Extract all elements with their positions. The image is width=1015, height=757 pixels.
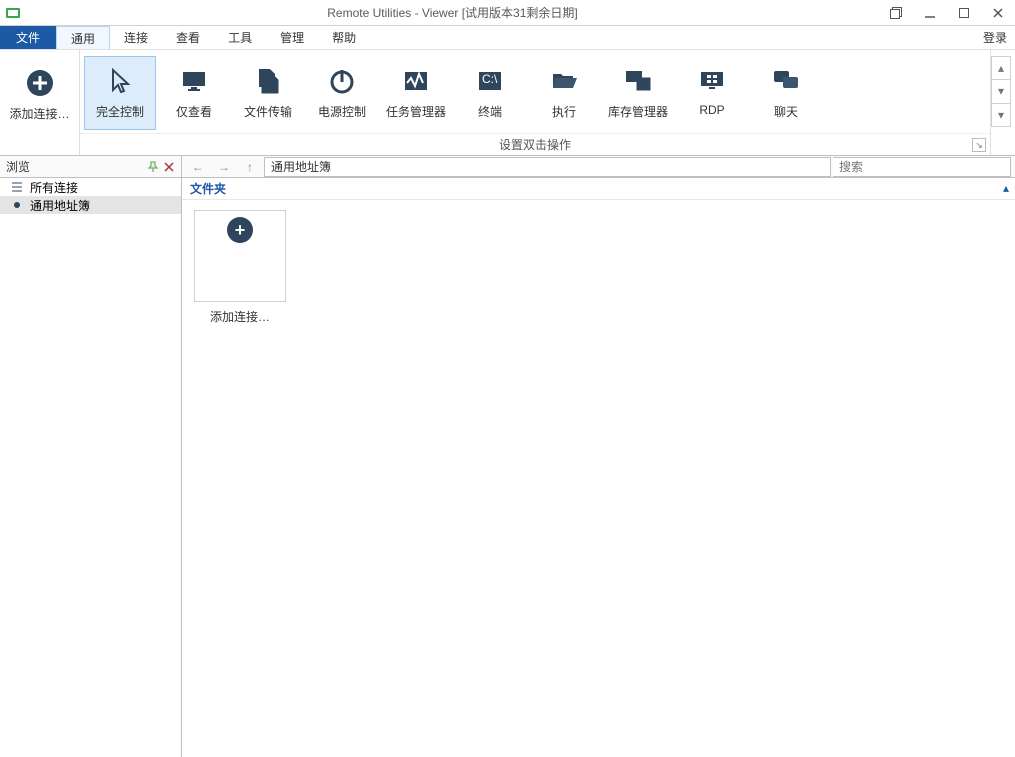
browse-panel-title: 浏览 xyxy=(6,158,145,175)
add-connection-label: 添加连接… xyxy=(9,105,69,122)
plus-circle-icon: + xyxy=(227,217,253,243)
devices-icon xyxy=(622,65,654,97)
ribbon-item-label: 文件传输 xyxy=(244,103,292,120)
ribbon-chat-button[interactable]: 聊天 xyxy=(750,56,822,130)
close-button[interactable] xyxy=(981,0,1015,26)
app-icon xyxy=(0,0,26,26)
window-controls xyxy=(879,0,1015,26)
title-bar: Remote Utilities - Viewer [试用版本31剩余日期] xyxy=(0,0,1015,26)
ribbon-add-connection-group: 添加连接… xyxy=(0,50,80,155)
nav-back-button[interactable]: ← xyxy=(186,157,210,177)
address-input[interactable] xyxy=(264,157,831,177)
ribbon-item-label: 聊天 xyxy=(774,103,798,120)
ribbon-scroll-down[interactable]: ▾ xyxy=(992,80,1010,103)
items-area: + 添加连接… xyxy=(182,200,1015,335)
menu-manage[interactable]: 管理 xyxy=(266,26,318,49)
ribbon-power-control-button[interactable]: 电源控制 xyxy=(306,56,378,130)
file-icon xyxy=(252,65,284,97)
monitor-icon xyxy=(178,65,210,97)
ribbon-group-label: 设置双击操作 ↘ xyxy=(80,133,990,155)
nav-forward-button[interactable]: → xyxy=(212,157,236,177)
maximize-button[interactable] xyxy=(947,0,981,26)
tree-item-all-connections[interactable]: 所有连接 xyxy=(0,178,181,196)
tree-item-general-addressbook[interactable]: 通用地址簿 xyxy=(0,196,181,214)
ribbon-rdp-button[interactable]: RDP xyxy=(676,56,748,130)
menu-login[interactable]: 登录 xyxy=(975,26,1015,49)
ribbon-scroll-up[interactable]: ▴ xyxy=(992,57,1010,80)
ribbon-dblclick-group: 完全控制 仅查看 文件传输 电源控制 任务管理器 C:\ 终端 xyxy=(80,50,991,155)
nav-up-button[interactable]: ↑ xyxy=(238,157,262,177)
tree-item-label: 通用地址簿 xyxy=(30,197,90,214)
tile-label: 添加连接… xyxy=(210,308,270,325)
search-input[interactable] xyxy=(833,157,1011,177)
panel-close-icon[interactable] xyxy=(161,159,177,175)
activity-icon xyxy=(400,65,432,97)
ribbon-scroll-more[interactable]: ▾ xyxy=(992,104,1010,126)
ribbon-item-label: 电源控制 xyxy=(318,103,366,120)
menu-connect[interactable]: 连接 xyxy=(110,26,162,49)
ribbon-item-label: RDP xyxy=(699,103,724,117)
svg-text:C:\: C:\ xyxy=(482,72,498,86)
ribbon-scroll: ▴ ▾ ▾ xyxy=(991,56,1011,127)
menu-general[interactable]: 通用 xyxy=(56,26,110,49)
ribbon-file-transfer-button[interactable]: 文件传输 xyxy=(232,56,304,130)
collapse-section-icon[interactable]: ▴ xyxy=(1003,181,1009,195)
ribbon-task-manager-button[interactable]: 任务管理器 xyxy=(380,56,452,130)
nav-toolbar-row: 浏览 ← → ↑ xyxy=(0,156,1015,178)
add-connection-button[interactable]: 添加连接… xyxy=(4,58,76,132)
ribbon-group-label-text: 设置双击操作 xyxy=(499,136,571,153)
main-area: 所有连接 通用地址簿 文件夹 ▴ + 添加连接… xyxy=(0,178,1015,757)
ribbon-terminal-button[interactable]: C:\ 终端 xyxy=(454,56,526,130)
browse-panel-header: 浏览 xyxy=(0,156,182,177)
tree-item-label: 所有连接 xyxy=(30,179,78,196)
ribbon-execute-button[interactable]: 执行 xyxy=(528,56,600,130)
content-section-title: 文件夹 xyxy=(190,180,226,197)
content-pane: 文件夹 ▴ + 添加连接… xyxy=(182,178,1015,757)
folder-open-icon xyxy=(548,65,580,97)
menu-bar: 文件 通用 连接 查看 工具 管理 帮助 登录 xyxy=(0,26,1015,50)
bullet-icon xyxy=(10,198,24,212)
ribbon-view-only-button[interactable]: 仅查看 xyxy=(158,56,230,130)
window-title: Remote Utilities - Viewer [试用版本31剩余日期] xyxy=(26,4,879,21)
ribbon-dialog-launcher[interactable]: ↘ xyxy=(972,138,986,152)
minimize-button[interactable] xyxy=(913,0,947,26)
chat-icon xyxy=(770,65,802,97)
connection-tree: 所有连接 通用地址簿 xyxy=(0,178,182,757)
menu-tools[interactable]: 工具 xyxy=(214,26,266,49)
content-section-header[interactable]: 文件夹 xyxy=(182,178,1015,200)
terminal-icon: C:\ xyxy=(474,65,506,97)
ribbon-item-label: 执行 xyxy=(552,103,576,120)
ribbon: 添加连接… 完全控制 仅查看 文件传输 电源控制 任务管理器 xyxy=(0,50,1015,156)
tile-box[interactable]: + xyxy=(194,210,286,302)
menu-view[interactable]: 查看 xyxy=(162,26,214,49)
ribbon-item-label: 库存管理器 xyxy=(608,103,668,120)
list-icon xyxy=(10,180,24,194)
ribbon-inventory-button[interactable]: 库存管理器 xyxy=(602,56,674,130)
nav-toolbar: ← → ↑ xyxy=(182,156,1015,177)
ribbon-item-label: 完全控制 xyxy=(96,103,144,120)
add-connection-tile[interactable]: + 添加连接… xyxy=(192,210,288,325)
ribbon-full-control-button[interactable]: 完全控制 xyxy=(84,56,156,130)
menu-help[interactable]: 帮助 xyxy=(318,26,370,49)
ribbon-item-label: 任务管理器 xyxy=(386,103,446,120)
plus-circle-icon xyxy=(24,67,56,99)
ribbon-item-label: 仅查看 xyxy=(176,103,212,120)
power-icon xyxy=(326,65,358,97)
cursor-icon xyxy=(104,65,136,97)
rdp-icon xyxy=(696,65,728,97)
restore-down-icon[interactable] xyxy=(879,0,913,26)
pin-icon[interactable] xyxy=(145,159,161,175)
ribbon-item-label: 终端 xyxy=(478,103,502,120)
menu-file[interactable]: 文件 xyxy=(0,26,56,49)
